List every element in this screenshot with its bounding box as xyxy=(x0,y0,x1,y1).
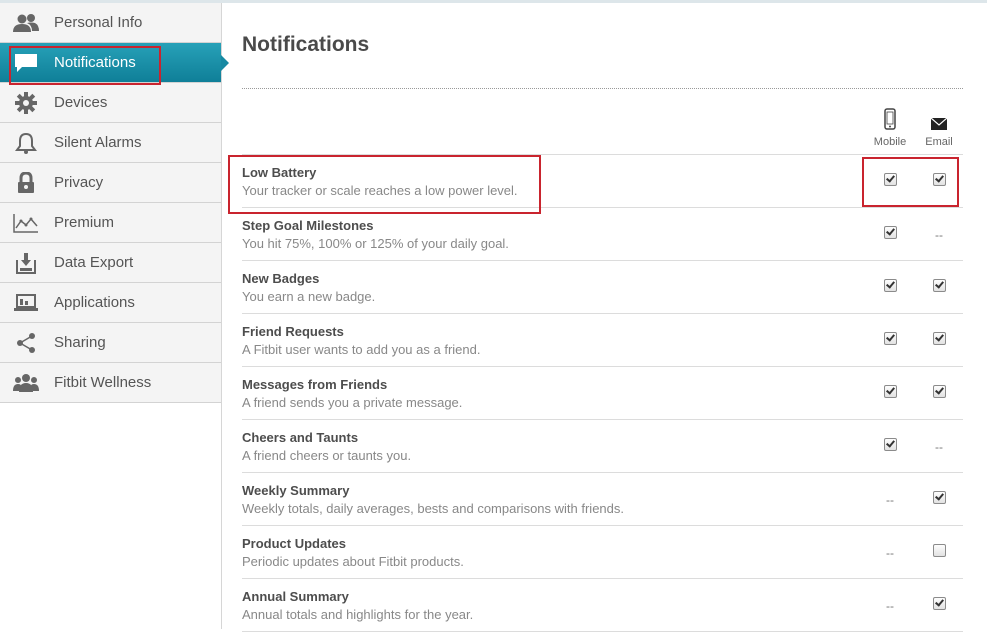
notification-description: Your tracker or scale reaches a low powe… xyxy=(242,183,518,198)
notification-row: Friend Requests A Fitbit user wants to ad… xyxy=(242,314,963,367)
sidebar-item-label: Silent Alarms xyxy=(54,134,142,151)
sidebar-item-label: Devices xyxy=(54,94,108,111)
notification-description: Weekly totals, daily averages, bests and… xyxy=(242,501,624,516)
sidebar-item-label: Sharing xyxy=(54,334,106,351)
column-header-mobile: Mobile xyxy=(870,108,910,148)
email-checkbox[interactable] xyxy=(932,385,946,398)
settings-sidebar: Personal Info Notifications Devices Sile… xyxy=(0,3,229,629)
mobile-unavailable-dash: -- xyxy=(886,599,894,613)
gear-icon xyxy=(13,91,39,114)
mobile-phone-icon xyxy=(870,108,910,130)
notification-row: New Badges You earn a new badge. xyxy=(242,261,963,314)
mobile-checkbox[interactable] xyxy=(883,438,897,451)
sidebar-item-premium[interactable]: Premium xyxy=(0,203,221,243)
notification-description: A friend sends you a private message. xyxy=(242,395,463,410)
notification-title: New Badges xyxy=(242,271,320,286)
notification-description: Annual totals and highlights for the yea… xyxy=(242,607,474,622)
sidebar-item-fitbit-wellness[interactable]: Fitbit Wellness xyxy=(0,363,221,403)
notification-title: Cheers and Taunts xyxy=(242,430,359,445)
sidebar-item-label: Fitbit Wellness xyxy=(54,374,152,391)
dotted-divider xyxy=(242,88,963,89)
notification-title: Product Updates xyxy=(242,536,347,551)
column-header-email: Email xyxy=(919,108,959,148)
speech-bubble-icon xyxy=(13,52,39,74)
notification-row: Cheers and Taunts A friend cheers or taun… xyxy=(242,420,963,473)
bell-icon xyxy=(13,132,39,154)
notification-title: Weekly Summary xyxy=(242,483,350,498)
notification-title: Low Battery xyxy=(242,165,317,180)
notification-row: Low Battery Your tracker or scale reaches… xyxy=(242,155,963,208)
email-checkbox[interactable] xyxy=(932,597,946,610)
email-checkbox[interactable] xyxy=(932,332,946,345)
export-icon xyxy=(13,252,39,274)
sidebar-item-label: Personal Info xyxy=(54,14,143,31)
sidebar-item-label: Data Export xyxy=(54,254,134,271)
page-title: Notifications xyxy=(242,33,370,56)
mobile-checkbox[interactable] xyxy=(883,173,897,186)
user-icon xyxy=(13,12,39,34)
mobile-unavailable-dash: -- xyxy=(886,546,894,560)
envelope-icon xyxy=(919,108,959,130)
sidebar-item-notifications[interactable]: Notifications xyxy=(0,43,229,83)
sidebar-item-devices[interactable]: Devices xyxy=(0,83,221,123)
email-unavailable-dash: -- xyxy=(935,228,943,242)
mobile-unavailable-dash: -- xyxy=(886,493,894,507)
sidebar-item-label: Privacy xyxy=(54,174,104,191)
sidebar-item-privacy[interactable]: Privacy xyxy=(0,163,221,203)
notification-description: You earn a new badge. xyxy=(242,289,376,304)
sidebar-item-label: Applications xyxy=(54,294,135,311)
notification-title: Friend Requests xyxy=(242,324,344,339)
notification-row: Messages from Friends A friend sends you … xyxy=(242,367,963,420)
mobile-checkbox[interactable] xyxy=(883,279,897,292)
notification-description: You hit 75%, 100% or 125% of your daily … xyxy=(242,236,509,251)
laptop-icon xyxy=(13,292,39,314)
email-unavailable-dash: -- xyxy=(935,440,943,454)
column-label-email: Email xyxy=(925,136,953,148)
sidebar-item-personal-info[interactable]: Personal Info xyxy=(0,3,221,43)
sidebar-item-label: Premium xyxy=(54,214,115,231)
group-icon xyxy=(13,372,39,394)
email-checkbox[interactable] xyxy=(932,279,946,292)
notification-title: Messages from Friends xyxy=(242,377,388,392)
notification-description: Periodic updates about Fitbit products. xyxy=(242,554,464,569)
sidebar-item-sharing[interactable]: Sharing xyxy=(0,323,221,363)
share-icon xyxy=(13,332,39,354)
notification-row: Annual Summary Annual totals and highligh… xyxy=(242,579,963,632)
mobile-checkbox[interactable] xyxy=(883,385,897,398)
notification-row: Step Goal Milestones You hit 75%, 100% or… xyxy=(242,208,963,261)
sidebar-item-data-export[interactable]: Data Export xyxy=(0,243,221,283)
email-checkbox[interactable] xyxy=(932,173,946,186)
notification-description: A friend cheers or taunts you. xyxy=(242,448,412,463)
email-checkbox[interactable] xyxy=(932,544,946,557)
notification-row: Product Updates Periodic updates about Fi… xyxy=(242,526,963,579)
notification-row: Weekly Summary Weekly totals, daily avera… xyxy=(242,473,963,526)
notification-title: Step Goal Milestones xyxy=(242,218,374,233)
mobile-checkbox[interactable] xyxy=(883,226,897,239)
lock-icon xyxy=(13,171,39,194)
notification-list: Low Battery Your tracker or scale reaches… xyxy=(242,154,963,632)
notification-title: Annual Summary xyxy=(242,589,349,604)
sidebar-item-applications[interactable]: Applications xyxy=(0,283,221,323)
sidebar-item-label: Notifications xyxy=(54,54,136,71)
sidebar-item-silent-alarms[interactable]: Silent Alarms xyxy=(0,123,221,163)
email-checkbox[interactable] xyxy=(932,491,946,504)
notification-description: A Fitbit user wants to add you as a frie… xyxy=(242,342,481,357)
column-label-mobile: Mobile xyxy=(873,136,907,148)
mobile-checkbox[interactable] xyxy=(883,332,897,345)
chart-icon xyxy=(13,212,39,234)
